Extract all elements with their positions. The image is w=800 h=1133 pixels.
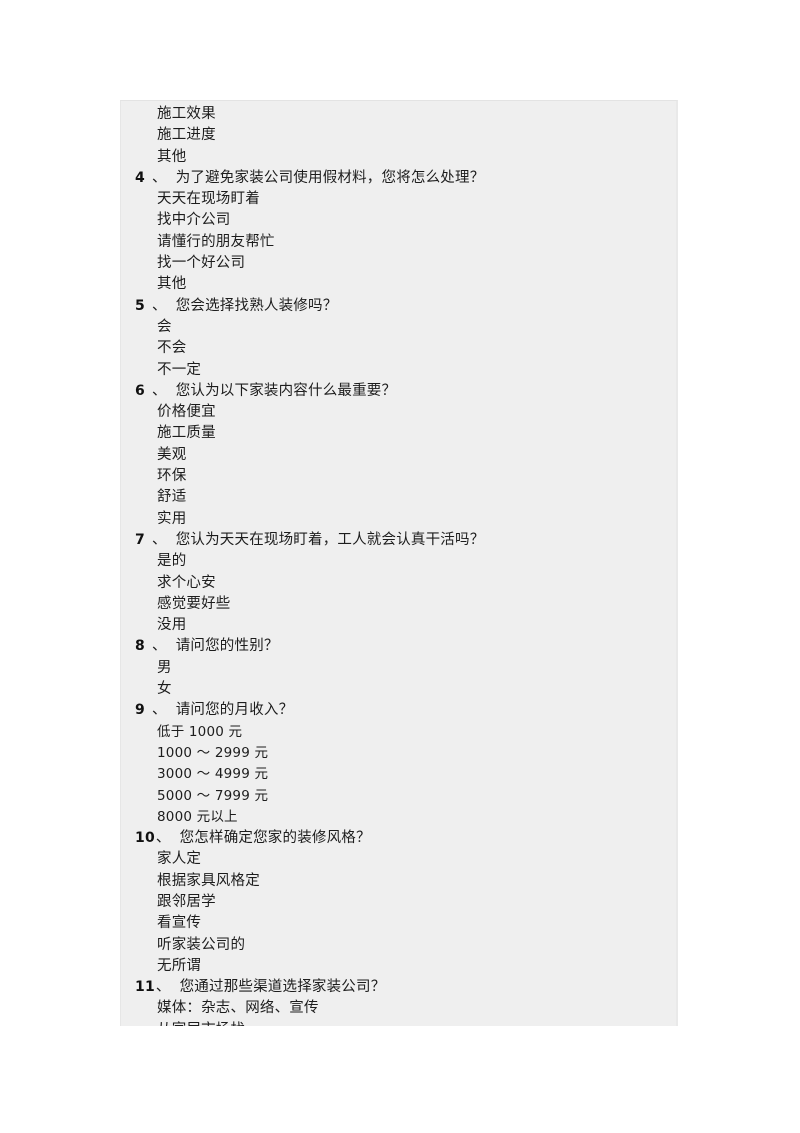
- option-item: 没用: [157, 617, 187, 634]
- content-inner: 施工效果 施工进度 其他 4、为了避免家装公司使用假材料，您将怎么处理？ 天天在现场盯着…: [121, 101, 676, 1026]
- question-row: 4 、为了避免家装公司使用假材料，您将怎么处理？: [135, 168, 676, 189]
- question-row: 5 、您会选择找熟人装修吗？: [135, 296, 676, 317]
- option-item: 跟邻居学: [157, 893, 216, 910]
- question-number-mark: 、: [152, 531, 167, 548]
- option-item: 看宣传: [157, 915, 202, 932]
- question-number-mark: 、: [152, 702, 167, 719]
- option-item: 听家装公司的: [157, 936, 246, 953]
- option-item: 实用: [157, 510, 187, 527]
- option-item: 施工效果: [157, 106, 216, 122]
- question-number-mark: 、: [152, 638, 167, 655]
- option-item: 其他: [157, 276, 187, 293]
- option-item: 1000 ～ 2999 元: [157, 744, 269, 761]
- option-item: 5000 ～ 7999 元: [157, 787, 269, 804]
- question-number-mark: 、: [152, 297, 167, 314]
- option-item: 3000 ～ 4999 元: [157, 766, 269, 783]
- option-item: 不会: [157, 340, 187, 357]
- option-item: 是的: [157, 553, 187, 570]
- option-item: 施工质量: [157, 425, 216, 442]
- question-row: 11、您通过那些渠道选择家装公司？: [135, 977, 676, 998]
- question-number: 6: [135, 382, 145, 399]
- option-item: 美观: [157, 446, 187, 463]
- option-item: 请懂行的朋友帮忙: [157, 233, 275, 250]
- option-item: 低于 1000 元: [157, 723, 243, 740]
- question-text: 您认为天天在现场盯着，工人就会认真干活吗？: [175, 531, 485, 548]
- option-item: 媒体：杂志、网络、宣传: [157, 1000, 319, 1017]
- question-number-mark: 、: [152, 382, 167, 399]
- option-item: 根据家具风格定: [157, 872, 260, 889]
- question-number: 9: [135, 702, 145, 719]
- option-item: 从家居市场找: [135, 1020, 676, 1026]
- document-page: 施工效果 施工进度 其他 4、为了避免家装公司使用假材料，您将怎么处理？ 天天在现场盯着…: [0, 0, 800, 1133]
- option-item: 找中介公司: [157, 212, 231, 229]
- question-row: 9 、请问您的月收入？: [135, 700, 676, 721]
- option-item: 不一定: [157, 361, 202, 378]
- question-number-mark: 、: [155, 830, 171, 847]
- question-row: 6 、您认为以下家装内容什么最重要？: [135, 381, 676, 402]
- question-row: 8 、请问您的性别？: [135, 636, 676, 657]
- option-item: 女: [157, 681, 172, 698]
- question-number: 7: [135, 531, 145, 548]
- question-text: 您会选择找熟人装修吗？: [175, 297, 338, 314]
- option-item: 求个心安: [157, 574, 216, 591]
- option-item: 价格便宜: [157, 404, 216, 421]
- question-number: 4: [135, 169, 145, 186]
- questionnaire-content-block: 施工效果 施工进度 其他 4、为了避免家装公司使用假材料，您将怎么处理？ 天天在现场盯着…: [120, 100, 678, 1026]
- question-number-mark: 、: [152, 169, 167, 186]
- option-item: 舒适: [157, 489, 187, 506]
- option-item: 男: [157, 659, 172, 676]
- option-item: 无所谓: [157, 957, 202, 974]
- option-item: 环保: [157, 468, 187, 485]
- option-item: 8000 元以上: [157, 808, 238, 825]
- option-item: 其他: [157, 148, 187, 165]
- question-row: 10、您怎样确定您家的装修风格？: [135, 828, 676, 849]
- question-text: 请问您的性别？: [175, 638, 279, 655]
- question-row: 7 、您认为天天在现场盯着，工人就会认真干活吗？: [135, 530, 676, 551]
- option-item: 天天在现场盯着: [157, 191, 260, 208]
- question-text: 为了避免家装公司使用假材料，您将怎么处理？: [175, 169, 485, 186]
- question-text: 您认为以下家装内容什么最重要？: [175, 382, 397, 399]
- question-number: 11: [135, 979, 155, 996]
- question-list: 施工效果 施工进度 其他 4、为了避免家装公司使用假材料，您将怎么处理？ 天天在现场盯着…: [135, 104, 676, 1026]
- question-number-mark: 、: [155, 979, 171, 996]
- question-text: 请问您的月收入？: [175, 702, 294, 719]
- question-number: 8: [135, 638, 145, 655]
- option-item: 施工进度: [157, 127, 216, 144]
- option-item: 找一个好公司: [157, 255, 246, 272]
- question-text: 您怎样确定您家的装修风格？: [179, 830, 371, 847]
- option-item: 会: [157, 318, 172, 335]
- option-item: 家人定: [157, 851, 202, 868]
- option-item: 感觉要好些: [157, 595, 231, 612]
- question-number: 5: [135, 297, 145, 314]
- question-text: 您通过那些渠道选择家装公司？: [179, 979, 386, 996]
- question-number: 10: [135, 830, 155, 847]
